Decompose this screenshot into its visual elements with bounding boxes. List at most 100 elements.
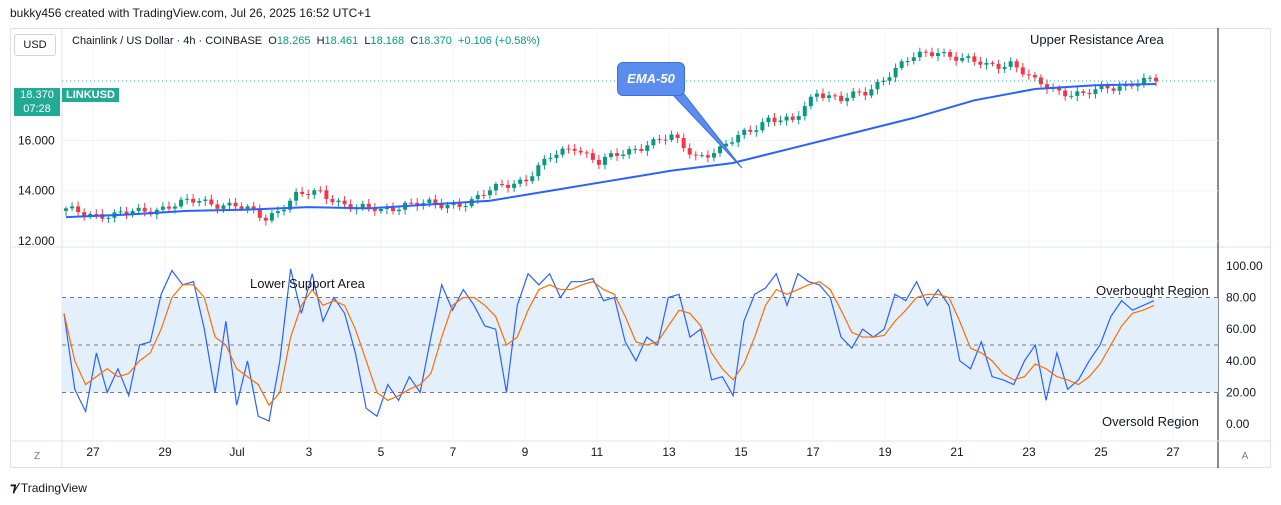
x-tick-label: 9 (522, 445, 529, 459)
x-tick-label: 23 (1022, 445, 1036, 459)
candle-body (609, 153, 613, 157)
candle-body (179, 199, 184, 207)
candle-body (827, 95, 831, 98)
stoch-tick-label: 40.00 (1226, 354, 1256, 368)
candle-body (197, 200, 202, 203)
candle-body (257, 209, 262, 218)
candle-body (1117, 86, 1122, 91)
candle-body (627, 149, 632, 155)
x-tick-label: 11 (591, 445, 604, 459)
candle-body (239, 206, 244, 209)
candle-body (1093, 89, 1098, 95)
last-price-badge: 18.370 07:28 (14, 88, 60, 116)
stoch-tick-label: 80.00 (1226, 291, 1256, 305)
candle-body (94, 213, 99, 215)
candle-body (475, 194, 480, 200)
candle-body (481, 194, 486, 196)
stoch-tick-label: 20.00 (1226, 386, 1256, 400)
candle-body (911, 57, 916, 61)
candle-body (215, 204, 220, 209)
candle-body (1111, 88, 1116, 91)
candle-body (893, 67, 898, 78)
stoch-tick-label: 60.00 (1226, 322, 1256, 336)
legend-close: 18.370 (418, 35, 452, 47)
x-tick-label: 25 (1094, 445, 1108, 459)
candle-body (457, 203, 462, 207)
price-tick-label: 14.000 (18, 184, 55, 198)
candle-body (651, 139, 656, 146)
candle-body (996, 64, 1001, 69)
x-tick-label: 29 (158, 445, 172, 459)
candle-body (391, 207, 395, 212)
candle-body (802, 106, 807, 117)
candle-body (312, 190, 317, 195)
lower-support-label: Lower Support Area (250, 276, 365, 291)
price-tick-label: 12.000 (18, 234, 55, 248)
candle-body (427, 199, 432, 204)
stoch-tick-label: 0.00 (1226, 417, 1250, 431)
symbol-badge: LINKUSD (62, 88, 119, 102)
candle-body (590, 153, 595, 160)
candle-body (118, 211, 123, 213)
candle-body (342, 200, 347, 205)
candle-body (500, 183, 504, 185)
candle-body (203, 199, 208, 201)
legend-close-label: C (410, 35, 419, 47)
tradingview-logo-icon: ⁊⁄ (10, 480, 18, 495)
legend-change: +0.106 (+0.58%) (457, 35, 540, 47)
candle-body (409, 202, 414, 204)
candle-body (990, 62, 995, 65)
candle-body (814, 93, 819, 97)
candle-body (166, 206, 171, 209)
auto-scale-button[interactable]: A (1236, 450, 1254, 464)
candle-body (70, 206, 75, 209)
tradingview-brand[interactable]: ⁊⁄ TradingView (10, 480, 87, 496)
candle-body (899, 61, 904, 68)
candle-body (318, 190, 323, 192)
candle-body (160, 206, 165, 210)
candle-body (966, 56, 971, 58)
candle-body (506, 184, 511, 188)
candle-body (760, 122, 765, 131)
currency-button[interactable]: USD (14, 34, 56, 56)
candle-body (1032, 75, 1037, 78)
oversold-label: Oversold Region (1102, 414, 1199, 429)
candle-body (942, 52, 947, 54)
candle-body (294, 191, 299, 201)
candle-body (736, 135, 741, 143)
candle-body (1002, 66, 1007, 69)
candle-body (948, 52, 953, 57)
candle-body (748, 129, 753, 132)
candle-body (742, 129, 747, 136)
candle-body (857, 91, 862, 93)
candle-body (1069, 95, 1074, 97)
candle-body (820, 93, 825, 98)
candle-body (1075, 91, 1080, 96)
candle-body (790, 116, 795, 120)
x-tick-label: 27 (86, 445, 100, 459)
x-tick-label: 3 (306, 445, 313, 459)
candle-body (615, 153, 620, 156)
candle-body (754, 130, 759, 132)
candle-body (917, 51, 922, 58)
zoom-button[interactable]: Z (28, 450, 46, 464)
candle-body (227, 202, 232, 206)
candle-body (784, 116, 789, 121)
price-tick-label: 16.000 (18, 134, 55, 148)
candle-body (833, 95, 838, 97)
candle-body (669, 134, 674, 140)
candle-body (705, 155, 710, 158)
candle-body (536, 165, 541, 177)
candle-body (954, 56, 959, 61)
candle-body (863, 91, 868, 96)
candle-body (275, 211, 280, 214)
legend-open: 18.265 (276, 35, 311, 47)
candle-body (578, 150, 583, 153)
x-tick-label: 13 (662, 445, 676, 459)
candle-body (512, 183, 517, 188)
candle-body (808, 96, 813, 107)
candle-body (687, 148, 692, 155)
last-price: 18.370 (20, 89, 54, 101)
candle-body (1026, 74, 1031, 76)
candle-body (845, 97, 850, 102)
